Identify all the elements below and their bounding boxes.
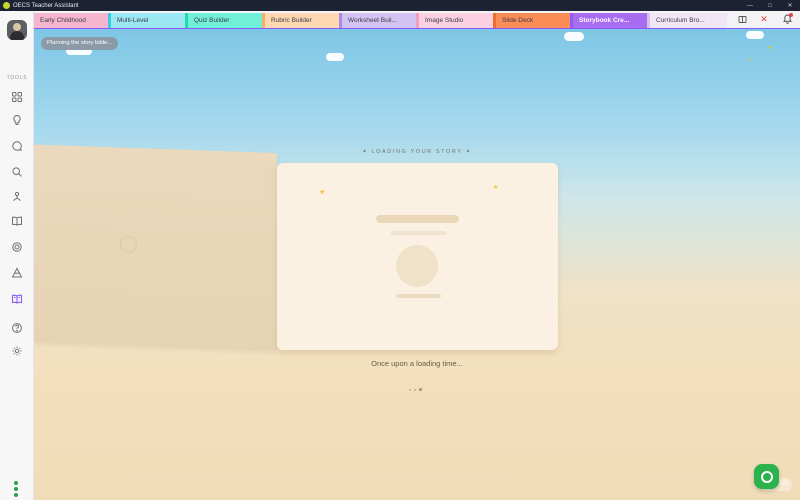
loading-dots bbox=[409, 378, 425, 396]
tab-early-childhood[interactable]: Early Childhood bbox=[34, 13, 111, 29]
close-icon[interactable]: ✕ bbox=[780, 2, 800, 9]
sparkle-icon: ✦ bbox=[747, 57, 752, 63]
sparkle-icon: ● bbox=[768, 45, 772, 51]
skeleton-caption bbox=[396, 294, 441, 298]
tab-multi-level[interactable]: Multi-Level bbox=[111, 13, 188, 29]
settings-icon[interactable] bbox=[11, 345, 23, 357]
help-icon[interactable] bbox=[11, 322, 23, 334]
tab-storybook-creator[interactable]: Storybook Cre... bbox=[573, 13, 650, 29]
user-tree-icon[interactable] bbox=[11, 191, 23, 203]
tab-bar: Early Childhood Multi-Level Quiz Builder… bbox=[34, 11, 800, 29]
star-icon: ★ bbox=[493, 185, 499, 191]
skeleton-illustration bbox=[396, 245, 438, 287]
page-ornament-icon bbox=[120, 235, 137, 254]
status-pill: Planning the story bible... bbox=[41, 37, 119, 50]
window-title: OECS Teacher Assistant bbox=[13, 2, 79, 9]
skeleton-title bbox=[376, 215, 459, 223]
tab-worksheet-builder[interactable]: Worksheet Buil... bbox=[342, 13, 419, 29]
book-left-page bbox=[34, 144, 277, 351]
book-icon[interactable] bbox=[11, 215, 23, 227]
tab-image-studio[interactable]: Image Studio bbox=[419, 13, 496, 29]
tab-quiz-builder[interactable]: Quiz Builder bbox=[188, 13, 265, 29]
app-logo-icon bbox=[3, 2, 10, 9]
cloud bbox=[326, 53, 344, 61]
target-icon[interactable] bbox=[11, 241, 23, 253]
sidebar: TOOLS bbox=[0, 11, 34, 500]
lightbulb-icon[interactable] bbox=[11, 114, 23, 126]
assistant-button[interactable] bbox=[754, 464, 779, 489]
maximize-icon[interactable]: □ bbox=[760, 3, 780, 9]
chat-icon[interactable] bbox=[11, 140, 23, 152]
avatar[interactable] bbox=[7, 20, 27, 40]
tab-rubric-builder[interactable]: Rubric Builder bbox=[265, 13, 342, 29]
tab-slide-deck[interactable]: Slide Deck bbox=[496, 13, 573, 29]
cloud bbox=[564, 32, 584, 41]
status-dots bbox=[14, 481, 19, 499]
close-icon[interactable]: ✕ bbox=[757, 12, 771, 26]
minimize-icon[interactable]: — bbox=[740, 3, 760, 9]
storybook-icon[interactable] bbox=[11, 293, 23, 305]
tab-curriculum-browser[interactable]: Curriculum Bro... bbox=[650, 13, 727, 29]
bell-icon[interactable] bbox=[780, 12, 794, 26]
tools-section-label: TOOLS bbox=[6, 75, 28, 81]
notification-dot bbox=[789, 13, 793, 17]
star-icon: ★ bbox=[319, 189, 326, 196]
storybook-scene: ● ✦ Planning the story bible... ✦ LOADIN… bbox=[34, 29, 800, 500]
skeleton-subtitle bbox=[391, 231, 446, 235]
pyramid-icon[interactable] bbox=[11, 267, 23, 279]
panel-icon[interactable] bbox=[735, 12, 749, 26]
search-icon[interactable] bbox=[11, 166, 23, 178]
cloud bbox=[746, 31, 764, 39]
loading-message: Once upon a loading time... bbox=[371, 359, 463, 368]
title-bar: OECS Teacher Assistant — □ ✕ bbox=[0, 0, 800, 11]
apps-icon[interactable] bbox=[11, 91, 23, 103]
assistant-icon bbox=[760, 470, 773, 483]
story-loading-card: ★ ★ bbox=[277, 163, 558, 350]
